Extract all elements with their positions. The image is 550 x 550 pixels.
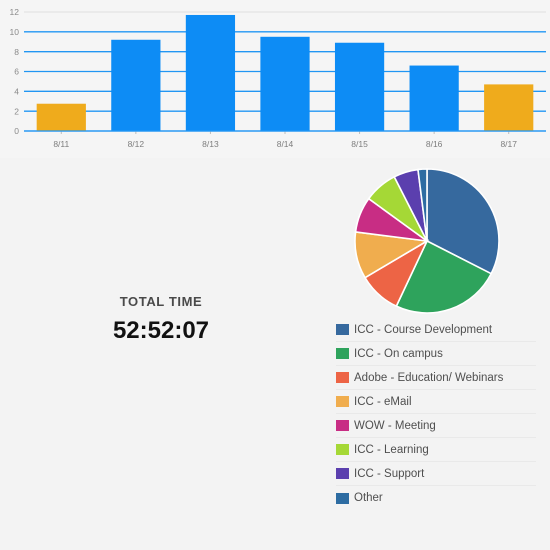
y-tick-label: 0 [14, 126, 19, 136]
legend-item-label: ICC - Support [354, 467, 425, 480]
legend-item-label: ICC - On campus [354, 347, 443, 360]
bar-chart-panel: 0 2 4 6 8 10 12 8/11 8/12 8/13 8/14 8/15 8/16 8/17 [0, 0, 550, 159]
legend-swatch-icon [336, 468, 349, 479]
y-tick-label: 4 [14, 87, 19, 97]
y-tick-label: 6 [14, 67, 19, 77]
legend-item-label: Adobe - Education/ Webinars [354, 371, 504, 384]
x-tick-label: 8/16 [426, 139, 443, 149]
x-tick-label: 8/11 [53, 139, 69, 149]
bar-8/17[interactable] [484, 84, 534, 131]
bar-8/15[interactable] [334, 42, 385, 131]
total-time-label: TOTAL TIME [119, 294, 203, 309]
y-tick-label: 10 [10, 27, 20, 37]
bar-chart[interactable]: 0 2 4 6 8 10 12 8/11 8/12 8/13 8/14 8/15 8/16 8/17 [0, 0, 550, 158]
pie-chart[interactable] [352, 166, 502, 316]
legend-swatch-icon [336, 372, 349, 383]
legend-swatch-icon [336, 444, 349, 455]
legend-item[interactable]: Other [336, 486, 536, 510]
pie-chart-container [352, 166, 502, 316]
bar-8/16[interactable] [409, 65, 459, 131]
y-tick-label: 2 [14, 106, 19, 116]
x-tick-label: 8/12 [128, 139, 145, 149]
legend-item-label: WOW - Meeting [354, 419, 436, 432]
y-tick-label: 12 [10, 7, 20, 17]
legend-swatch-icon [336, 324, 349, 335]
bar-8/13[interactable] [185, 14, 236, 132]
x-tick-label: 8/14 [277, 139, 294, 149]
x-tick-label: 8/17 [500, 139, 517, 149]
legend-item-label: ICC - eMail [354, 395, 412, 408]
legend-item[interactable]: ICC - Course Development [336, 318, 536, 342]
legend-item[interactable]: ICC - Learning [336, 438, 536, 462]
total-time-value: 52:52:07 [112, 317, 210, 344]
bar-8/12[interactable] [111, 39, 161, 132]
legend-item[interactable]: ICC - eMail [336, 390, 536, 414]
legend-item[interactable]: Adobe - Education/ Webinars [336, 366, 536, 390]
bar-8/14[interactable] [260, 36, 310, 131]
legend-item-label: Other [354, 492, 383, 504]
legend-swatch-icon [336, 348, 349, 359]
y-tick-label: 8 [14, 47, 19, 57]
legend-item-label: ICC - Course Development [354, 323, 493, 336]
total-time-block: TOTAL TIME 52:52:07 [66, 294, 256, 345]
bar-8/11[interactable] [36, 103, 86, 131]
legend-swatch-icon [336, 396, 349, 407]
legend-item[interactable]: ICC - On campus [336, 342, 536, 366]
summary-panel: TOTAL TIME 52:52:07 ICC - Course Develop… [0, 158, 550, 550]
x-tick-label: 8/13 [202, 139, 219, 149]
legend-item-label: ICC - Learning [354, 443, 429, 456]
legend-swatch-icon [336, 420, 349, 431]
legend-swatch-icon [336, 492, 349, 504]
legend-item[interactable]: WOW - Meeting [336, 414, 536, 438]
pie-chart-legend: ICC - Course Development ICC - On campus A… [336, 318, 536, 510]
legend-item[interactable]: ICC - Support [336, 462, 536, 486]
x-tick-label: 8/15 [351, 139, 368, 149]
